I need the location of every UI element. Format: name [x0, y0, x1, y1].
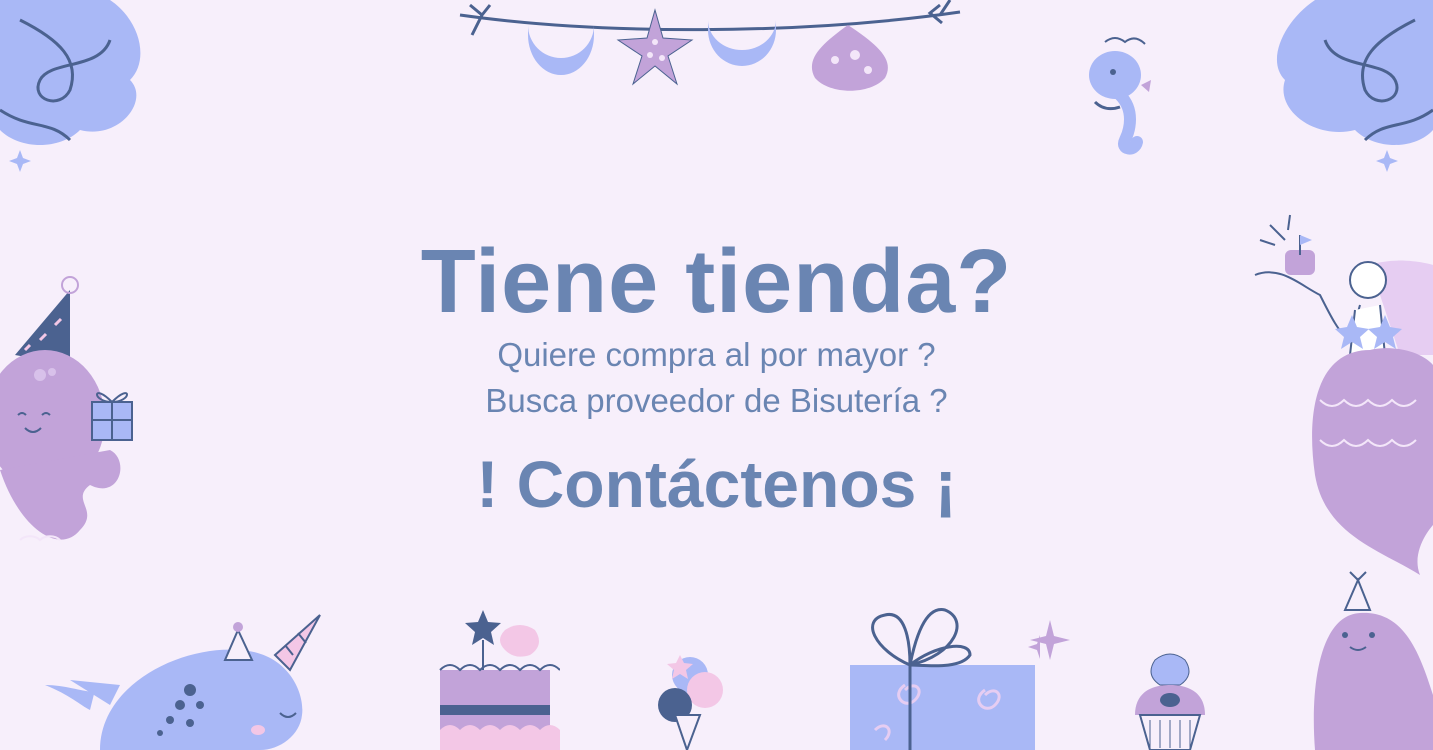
ice-cream-icon: [658, 655, 723, 750]
banner-line-1: Quiere compra al por mayor ?: [497, 336, 936, 373]
cake-icon: [439, 610, 560, 750]
starfish-garland-icon: [459, 0, 961, 91]
sparkle-icon: [1030, 620, 1070, 660]
banner-line-2: Busca proveedor de Bisutería ?: [485, 382, 948, 419]
coral-top-right-icon: [1276, 0, 1433, 172]
seal-icon: [1313, 571, 1433, 750]
contact-call-to-action[interactable]: ! Contáctenos ¡: [0, 444, 1433, 524]
seahorse-icon: [1089, 37, 1151, 155]
promo-text-block: Tiene tienda? Quiere compra al por mayor…: [0, 232, 1433, 524]
narwhal-icon: [45, 614, 321, 750]
gift-box-icon: [850, 608, 1040, 750]
banner-title: Tiene tienda?: [420, 232, 1013, 332]
coral-top-left-icon: [0, 0, 141, 172]
cupcake-icon: [1135, 653, 1205, 750]
